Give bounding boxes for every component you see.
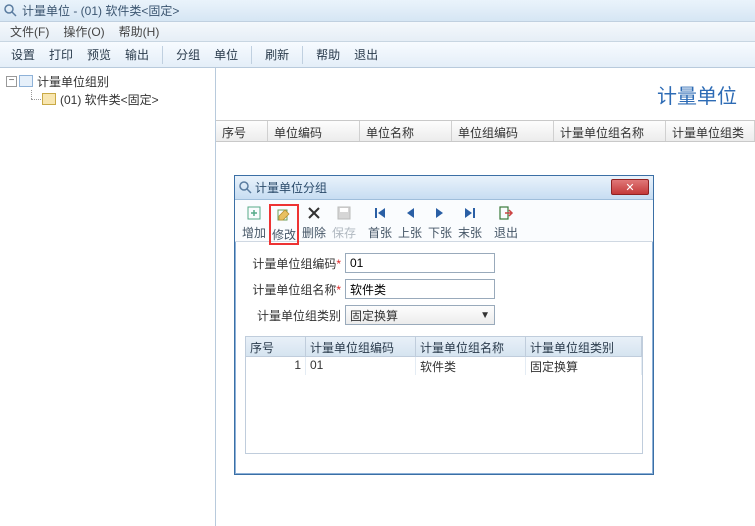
tb-help[interactable]: 帮助 (311, 44, 345, 65)
tb-preview[interactable]: 预览 (82, 44, 116, 65)
menubar: 文件(F) 操作(O) 帮助(H) (0, 22, 755, 42)
code-label: 计量单位组编码* (245, 255, 345, 272)
dgrid-cell-code: 01 (306, 357, 416, 375)
type-select-value: 固定换算 (350, 307, 398, 324)
tb-refresh[interactable]: 刷新 (260, 44, 294, 65)
code-input[interactable] (345, 253, 495, 273)
group-dialog: 计量单位分组 ✕ 增加 修改 删除 保存 首张 上张 (234, 175, 654, 475)
dlg-edit-button[interactable]: 修改 (269, 204, 299, 245)
dlg-edit-label: 修改 (272, 226, 296, 243)
folder-open-icon (19, 75, 33, 87)
add-icon (245, 204, 263, 222)
dialog-icon (239, 181, 253, 195)
grid-col-groupname[interactable]: 计量单位组名称 (554, 121, 666, 141)
nav-last-icon (461, 204, 479, 222)
nav-first-icon (371, 204, 389, 222)
tree-child-label: (01) 软件类<固定> (60, 91, 159, 108)
dlg-next-label: 下张 (428, 224, 452, 241)
dgrid-col-code[interactable]: 计量单位组编码 (306, 337, 416, 356)
tree-collapse-icon[interactable]: − (6, 76, 17, 87)
tb-group[interactable]: 分组 (171, 44, 205, 65)
tb-unit[interactable]: 单位 (209, 44, 243, 65)
toolbar-separator (251, 46, 252, 64)
tb-exit[interactable]: 退出 (349, 44, 383, 65)
page-title: 计量单位 (657, 80, 737, 109)
dlg-save-button: 保存 (329, 204, 359, 241)
save-icon (335, 204, 353, 222)
menu-help[interactable]: 帮助(H) (113, 22, 166, 41)
toolbar: 设置 打印 预览 输出 分组 单位 刷新 帮助 退出 (0, 42, 755, 68)
toolbar-separator (162, 46, 163, 64)
dlg-prev-button[interactable]: 上张 (395, 204, 425, 241)
toolbar-separator (302, 46, 303, 64)
dlg-delete-label: 删除 (302, 224, 326, 241)
dlg-exit-button[interactable]: 退出 (491, 204, 521, 241)
dlg-first-label: 首张 (368, 224, 392, 241)
name-label: 计量单位组名称* (245, 281, 345, 298)
grid-col-code[interactable]: 单位编码 (268, 121, 360, 141)
chevron-down-icon: ▼ (480, 310, 490, 321)
dgrid-col-name[interactable]: 计量单位组名称 (416, 337, 526, 356)
dgrid-col-type[interactable]: 计量单位组类别 (526, 337, 642, 356)
dialog-grid: 序号 计量单位组编码 计量单位组名称 计量单位组类别 1 01 软件类 固定换算 (245, 336, 643, 454)
tb-print[interactable]: 打印 (44, 44, 78, 65)
dgrid-cell-type: 固定换算 (526, 357, 642, 375)
dialog-toolbar: 增加 修改 删除 保存 首张 上张 下张 末张 (235, 200, 653, 242)
edit-icon (275, 206, 293, 224)
tb-output[interactable]: 输出 (120, 44, 154, 65)
dlg-save-label: 保存 (332, 224, 356, 241)
dlg-add-button[interactable]: 增加 (239, 204, 269, 241)
grid-header: 序号 单位编码 单位名称 单位组编码 计量单位组名称 计量单位组类 (216, 120, 755, 142)
grid-col-name[interactable]: 单位名称 (360, 121, 452, 141)
page-header: 计量单位 (216, 68, 755, 120)
tree-pane: − 计量单位组别 (01) 软件类<固定> (0, 68, 216, 526)
dlg-add-label: 增加 (242, 224, 266, 241)
grid-col-seq[interactable]: 序号 (216, 121, 268, 141)
folder-icon (42, 93, 56, 105)
delete-icon (305, 204, 323, 222)
form-row-name: 计量单位组名称* (245, 276, 643, 302)
form-row-code: 计量单位组编码* (245, 250, 643, 276)
nav-next-icon (431, 204, 449, 222)
type-select[interactable]: 固定换算 ▼ (345, 305, 495, 325)
name-input[interactable] (345, 279, 495, 299)
close-icon: ✕ (625, 181, 634, 194)
dlg-prev-label: 上张 (398, 224, 422, 241)
dlg-first-button[interactable]: 首张 (365, 204, 395, 241)
dgrid-col-seq[interactable]: 序号 (246, 337, 306, 356)
grid-col-grouptype[interactable]: 计量单位组类 (666, 121, 755, 141)
menu-operate[interactable]: 操作(O) (57, 22, 110, 41)
exit-icon (497, 204, 515, 222)
window-title: 计量单位 - (01) 软件类<固定> (22, 2, 179, 19)
dgrid-cell-name: 软件类 (416, 357, 526, 375)
dialog-body: 计量单位组编码* 计量单位组名称* 计量单位组类别 固定换算 ▼ 序号 计量单位… (235, 242, 653, 462)
type-label: 计量单位组类别 (245, 307, 345, 324)
dlg-last-button[interactable]: 末张 (455, 204, 485, 241)
dgrid-cell-seq: 1 (246, 357, 306, 375)
dlg-last-label: 末张 (458, 224, 482, 241)
dgrid-row[interactable]: 1 01 软件类 固定换算 (246, 357, 642, 375)
dlg-next-button[interactable]: 下张 (425, 204, 455, 241)
menu-file[interactable]: 文件(F) (4, 22, 55, 41)
dlg-exit-label: 退出 (494, 224, 518, 241)
nav-prev-icon (401, 204, 419, 222)
dialog-titlebar[interactable]: 计量单位分组 ✕ (235, 176, 653, 200)
tree-root-label: 计量单位组别 (37, 73, 109, 90)
form-row-type: 计量单位组类别 固定换算 ▼ (245, 302, 643, 328)
grid-col-groupcode[interactable]: 单位组编码 (452, 121, 554, 141)
dlg-delete-button[interactable]: 删除 (299, 204, 329, 241)
tree-child[interactable]: (01) 软件类<固定> (2, 90, 213, 108)
dialog-close-button[interactable]: ✕ (611, 179, 649, 195)
tree-line-icon (26, 90, 42, 108)
window-titlebar: 计量单位 - (01) 软件类<固定> (0, 0, 755, 22)
tb-settings[interactable]: 设置 (6, 44, 40, 65)
dgrid-header: 序号 计量单位组编码 计量单位组名称 计量单位组类别 (246, 337, 642, 357)
tree-root[interactable]: − 计量单位组别 (2, 72, 213, 90)
app-icon (4, 4, 18, 18)
dialog-title: 计量单位分组 (255, 179, 327, 196)
